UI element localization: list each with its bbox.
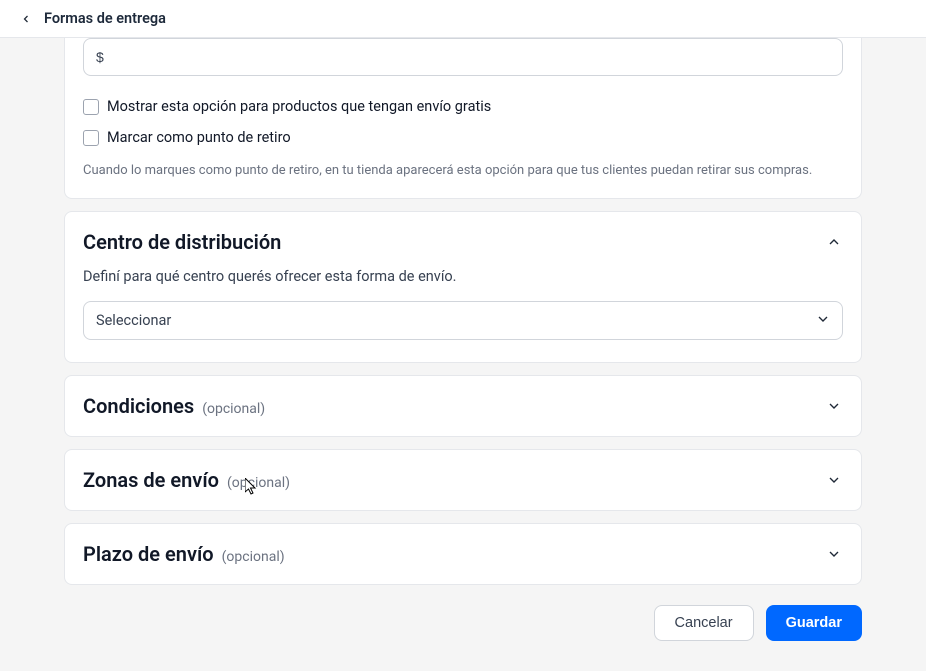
distribution-select-wrap: Seleccionar [83,301,843,340]
card-distribution: Centro de distribución Definí para qué c… [64,211,862,363]
chevron-down-icon [825,471,843,489]
distribution-title: Centro de distribución [83,230,281,254]
card-shipping-time: Plazo de envío (opcional) [64,523,862,585]
checkbox-row-free-shipping: Mostrar esta opción para productos que t… [83,98,843,115]
conditions-optional: (opcional) [202,401,265,417]
checkbox-label-free-shipping: Mostrar esta opción para productos que t… [107,98,491,115]
checkbox-row-pickup: Marcar como punto de retiro [83,129,843,146]
distribution-description: Definí para qué centro querés ofrecer es… [83,268,843,285]
shipping-zones-title: Zonas de envío [83,468,219,492]
distribution-select[interactable]: Seleccionar [83,301,843,340]
section-header-shipping-time[interactable]: Plazo de envío (opcional) [83,542,843,566]
footer-buttons: Cancelar Guardar [64,605,862,661]
card-shipping-zones: Zonas de envío (opcional) [64,449,862,511]
checkbox-pickup-point[interactable] [83,130,99,146]
price-input[interactable] [83,38,843,76]
section-header-distribution[interactable]: Centro de distribución [83,230,843,254]
card-conditions: Condiciones (opcional) [64,375,862,437]
conditions-title: Condiciones [83,394,194,418]
chevron-down-icon [825,545,843,563]
section-header-conditions[interactable]: Condiciones (opcional) [83,394,843,418]
chevron-up-icon [825,233,843,251]
page-header: Formas de entrega [0,0,926,38]
chevron-down-icon [825,397,843,415]
section-header-shipping-zones[interactable]: Zonas de envío (opcional) [83,468,843,492]
page-title: Formas de entrega [44,10,166,27]
checkbox-label-pickup: Marcar como punto de retiro [107,129,291,146]
save-button[interactable]: Guardar [766,605,862,641]
checkbox-free-shipping[interactable] [83,99,99,115]
card-options: Mostrar esta opción para productos que t… [64,38,862,199]
pickup-hint-text: Cuando lo marques como punto de retiro, … [83,162,843,180]
back-button[interactable] [18,11,34,27]
chevron-left-icon [20,13,32,25]
shipping-time-optional: (opcional) [222,549,285,565]
cancel-button[interactable]: Cancelar [654,605,754,641]
content: Mostrar esta opción para productos que t… [0,38,926,661]
shipping-time-title: Plazo de envío [83,542,214,566]
shipping-zones-optional: (opcional) [227,475,290,491]
